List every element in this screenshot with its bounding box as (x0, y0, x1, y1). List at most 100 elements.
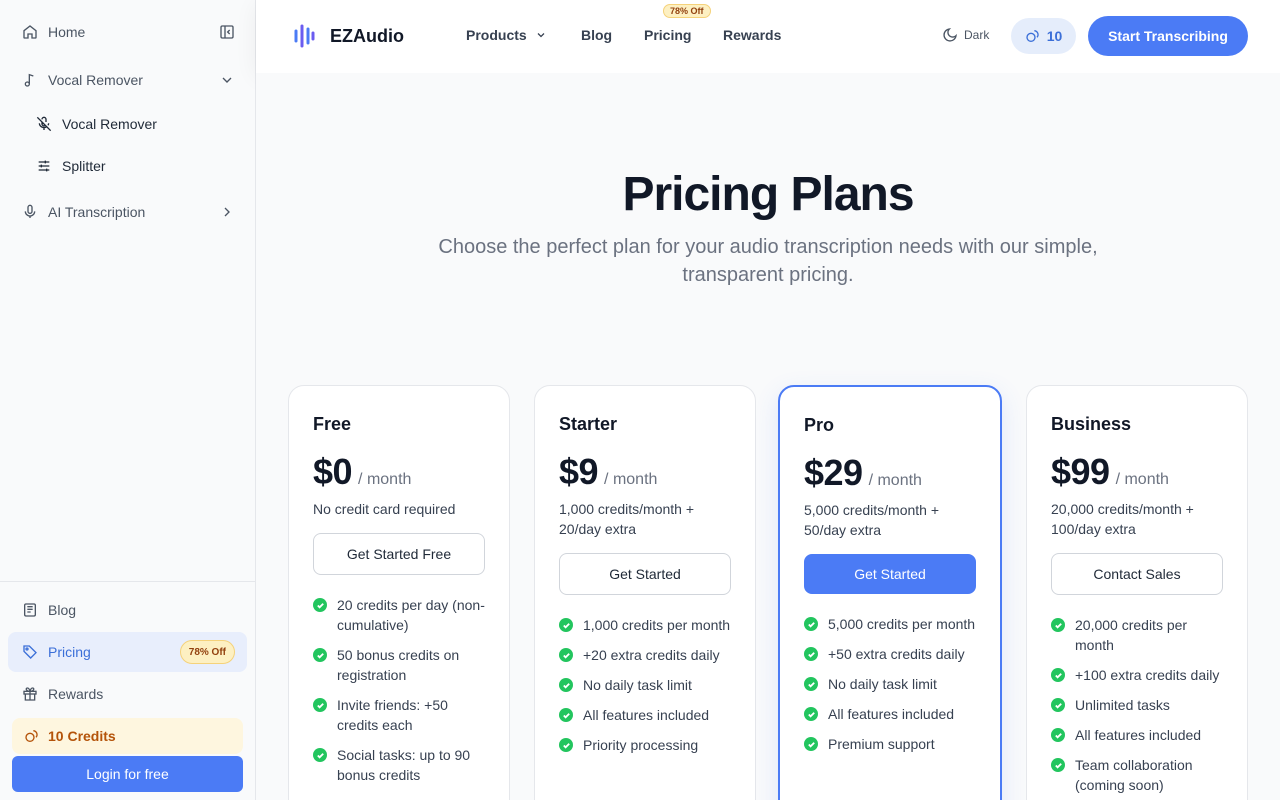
sidebar-item-label: Blog (48, 602, 77, 618)
chevron-right-icon (219, 204, 235, 220)
sidebar-group-vocal-remover[interactable]: Vocal Remover (8, 60, 247, 100)
mic-off-icon (36, 116, 52, 132)
sidebar-item-label: Rewards (48, 686, 104, 702)
feature-list: 1,000 credits per month +20 extra credit… (559, 615, 731, 755)
feature-text: All features included (1075, 727, 1202, 743)
moon-icon (943, 28, 957, 42)
main-content: Pricing Plans Choose the perfect plan fo… (256, 73, 1280, 800)
feature-text: No daily task limit (583, 677, 692, 693)
feature-text: 1,000 credits per month (583, 617, 731, 633)
plan-cta-button[interactable]: Get Started (559, 553, 731, 595)
check-icon (313, 598, 327, 612)
nav-label: Blog (581, 27, 613, 43)
feature-item: +20 extra credits daily (559, 645, 731, 665)
plan-cta-button[interactable]: Get Started Free (313, 533, 485, 575)
check-icon (804, 737, 818, 751)
credits-display: 10 Credits (12, 718, 243, 754)
sidebar-item-home[interactable]: Home (8, 12, 247, 52)
theme-toggle-label: Dark (964, 28, 990, 42)
feature-text: 20,000 credits per month (1075, 617, 1188, 653)
feature-text: 5,000 credits per month (828, 616, 976, 632)
price-period: / month (868, 472, 922, 489)
credits-label: 10 Credits (48, 728, 116, 744)
gift-icon (22, 686, 38, 702)
pricing-card-pro: Pro $29 / month 5,000 credits/month + 50… (778, 385, 1002, 800)
nav-label: Products (466, 27, 527, 43)
check-icon (559, 678, 573, 692)
coins-icon (1026, 30, 1039, 42)
feature-text: Team collaboration (coming soon) (1075, 757, 1193, 793)
plan-description: 5,000 credits/month + 50/day extra (804, 502, 940, 538)
check-icon (804, 677, 818, 691)
nav-blog[interactable]: Blog (581, 27, 612, 43)
sidebar: Home Vocal Remover Vocal Remover Splitte… (0, 0, 256, 800)
chevron-down-icon (537, 33, 545, 38)
pricing-card-free: Free $0 / month No credit card required … (288, 385, 510, 800)
panel-collapse-icon[interactable] (219, 24, 235, 40)
brand-logo[interactable]: EZAudio (292, 23, 404, 49)
plan-name: Business (1051, 414, 1132, 434)
plan-description: 20,000 credits/month + 100/day extra (1051, 501, 1194, 537)
feature-text: 20 credits per day (non-cumulative) (337, 597, 485, 633)
pricing-card-business: Business $99 / month 20,000 credits/mont… (1026, 385, 1248, 800)
feature-item: Unlimited tasks (1051, 695, 1223, 715)
plan-price: $99 / month (1051, 451, 1223, 493)
start-transcribing-button[interactable]: Start Transcribing (1088, 16, 1248, 56)
sidebar-item-splitter[interactable]: Splitter (8, 146, 247, 186)
discount-badge: 78% Off (179, 640, 235, 664)
coins-icon (24, 728, 40, 744)
sidebar-group-ai-transcription[interactable]: AI Transcription (8, 192, 247, 232)
feature-item: +50 extra credits daily (804, 644, 976, 664)
feature-text: Invite friends: +50 credits each (337, 697, 448, 733)
check-icon (1051, 728, 1065, 742)
page-title: Pricing Plans (622, 168, 914, 221)
home-icon (22, 24, 38, 40)
feature-text: +50 extra credits daily (828, 646, 965, 662)
waveform-logo-icon (294, 24, 315, 48)
plan-name: Free (313, 414, 352, 434)
nav-rewards[interactable]: Rewards (723, 27, 781, 43)
sidebar-divider (0, 581, 255, 582)
plan-description: No credit card required (313, 501, 456, 517)
theme-toggle[interactable]: Dark (942, 27, 989, 43)
feature-item: All features included (559, 705, 731, 725)
sidebar-item-rewards[interactable]: Rewards (8, 674, 247, 714)
sidebar-item-pricing[interactable]: Pricing 78% Off (8, 632, 247, 672)
plan-cta-button[interactable]: Contact Sales (1051, 553, 1223, 595)
check-icon (313, 698, 327, 712)
sidebar-item-blog[interactable]: Blog (8, 590, 247, 630)
nav-products[interactable]: Products (466, 27, 547, 43)
check-icon (559, 738, 573, 752)
feature-text: Unlimited tasks (1075, 697, 1170, 713)
check-icon (1051, 618, 1065, 632)
plan-cta-button[interactable]: Get Started (804, 554, 976, 594)
feature-item: 1,000 credits per month (559, 615, 731, 635)
plan-price: $9 / month (559, 451, 731, 493)
sidebar-item-vocal-remover[interactable]: Vocal Remover (8, 104, 247, 144)
sidebar-item-label: AI Transcription (48, 204, 146, 220)
credits-pill[interactable]: 10 (1011, 18, 1076, 54)
feature-list: 20 credits per day (non-cumulative) 50 b… (313, 595, 485, 785)
feature-item: 50 bonus credits on registration (313, 645, 485, 685)
price-amount: $9 (559, 451, 599, 492)
feature-item: Team collaboration (coming soon) (1051, 755, 1223, 795)
music-note-icon (22, 72, 38, 88)
feature-item: No daily task limit (559, 675, 731, 695)
check-icon (559, 708, 573, 722)
sidebar-item-label: Pricing (48, 644, 91, 660)
nav-pricing[interactable]: Pricing (644, 27, 691, 43)
nav-label: Pricing (644, 27, 692, 43)
plan-price: $29 / month (804, 452, 976, 494)
feature-list: 20,000 credits per month +100 extra cred… (1051, 615, 1223, 795)
price-amount: $29 (804, 452, 863, 493)
check-icon (313, 648, 327, 662)
page-subtitle: Choose the perfect plan for your audio t… (438, 236, 1098, 286)
nav-label: Rewards (723, 27, 782, 43)
feature-item: Premium support (804, 734, 976, 754)
check-icon (804, 707, 818, 721)
feature-text: No daily task limit (828, 676, 937, 692)
login-button[interactable]: Login for free (12, 756, 243, 792)
feature-item: 20,000 credits per month (1051, 615, 1223, 655)
feature-text: +100 extra credits daily (1075, 667, 1220, 683)
feature-text: All features included (583, 707, 710, 723)
